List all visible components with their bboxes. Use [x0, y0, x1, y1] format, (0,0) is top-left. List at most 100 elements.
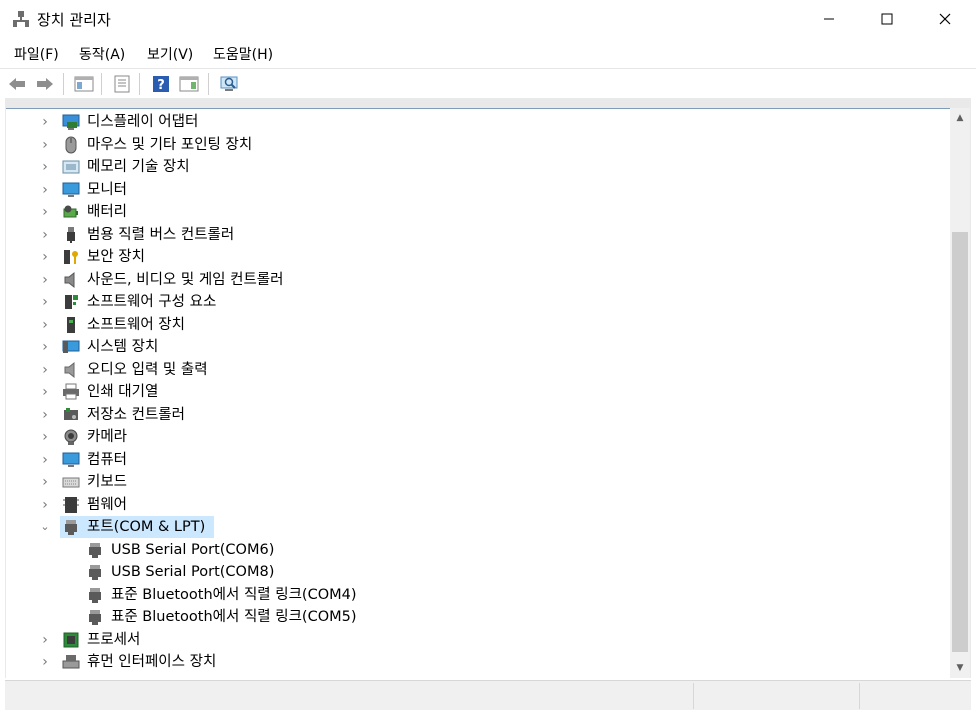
tree-item-label: 펌웨어	[87, 496, 128, 513]
storage-controller-icon	[62, 406, 80, 424]
tree-category-item[interactable]: › 디스플레이 어댑터	[6, 111, 950, 133]
tree-category-item[interactable]: › 소프트웨어 장치	[6, 314, 950, 336]
tree-category-item[interactable]: ⌄ 포트(COM & LPT)	[6, 516, 950, 538]
title-bar: 장치 관리자	[0, 0, 976, 38]
tree-category-item[interactable]: › 보안 장치	[6, 246, 950, 268]
device-tree[interactable]: › 디스플레이 어댑터 › 마우스 및 기타 포인팅 장치 › 메모리 기술 장치 › 모니터…	[6, 108, 950, 678]
tree-item-label: 표준 Bluetooth에서 직렬 링크(COM5)	[111, 609, 357, 625]
tree-category-item[interactable]: › 시스템 장치	[6, 336, 950, 358]
expand-chevron-icon[interactable]: ›	[39, 138, 51, 152]
expand-chevron-icon[interactable]: ›	[39, 498, 51, 512]
memory-device-icon	[62, 158, 80, 176]
tree-category-item[interactable]: › 저장소 컨트롤러	[6, 404, 950, 426]
scroll-thumb[interactable]	[952, 232, 968, 652]
minimize-button[interactable]	[800, 0, 858, 38]
tree-child-item[interactable]: USB Serial Port(COM6)	[6, 539, 950, 561]
tree-item-label: 사운드, 비디오 및 게임 컨트롤러	[87, 271, 284, 288]
tree-item-label: 휴먼 인터페이스 장치	[87, 654, 217, 670]
tree-item-label: 보안 장치	[87, 249, 145, 265]
tree-item-label: 소프트웨어 구성 요소	[87, 294, 217, 310]
tree-category-item[interactable]: › 카메라	[6, 426, 950, 448]
expand-chevron-icon[interactable]: ›	[39, 183, 51, 197]
scan-hardware-button[interactable]	[218, 72, 242, 96]
tree-category-item[interactable]: › 메모리 기술 장치	[6, 156, 950, 178]
expand-chevron-icon[interactable]: ›	[39, 453, 51, 467]
tree-item-label: 인쇄 대기열	[87, 384, 159, 400]
tree-category-item[interactable]: › 프로세서	[6, 629, 950, 651]
expand-chevron-icon[interactable]: ›	[39, 363, 51, 377]
menu-action[interactable]: 동작(A)	[79, 44, 125, 64]
expand-chevron-icon[interactable]: ›	[39, 273, 51, 287]
maximize-button[interactable]	[858, 0, 916, 38]
tree-item-label: 범용 직렬 버스 컨트롤러	[87, 226, 235, 243]
status-pane	[693, 683, 859, 709]
computer-icon	[62, 451, 80, 469]
expand-chevron-icon[interactable]: ›	[39, 408, 51, 422]
expand-chevron-icon[interactable]: ›	[39, 633, 51, 647]
tree-child-item[interactable]: USB Serial Port(COM8)	[6, 561, 950, 583]
properties-button[interactable]	[110, 72, 134, 96]
collapse-chevron-icon[interactable]: ⌄	[39, 520, 51, 534]
tree-category-item[interactable]: › 오디오 입력 및 출력	[6, 359, 950, 381]
tree-category-item[interactable]: › 휴먼 인터페이스 장치	[6, 651, 950, 673]
scroll-down-arrow-icon[interactable]: ▼	[950, 660, 970, 676]
scroll-up-arrow-icon[interactable]: ▲	[950, 110, 970, 126]
scan-monitor-icon	[220, 76, 238, 91]
camera-icon	[62, 428, 80, 446]
help-button[interactable]: ?	[149, 72, 173, 96]
tree-item-label: USB Serial Port(COM6)	[111, 541, 275, 558]
back-arrow-icon	[9, 78, 25, 90]
expand-chevron-icon[interactable]: ›	[39, 340, 51, 354]
tree-category-item[interactable]: › 모니터	[6, 179, 950, 201]
tree-category-item[interactable]: › 인쇄 대기열	[6, 381, 950, 403]
expand-chevron-icon[interactable]: ›	[39, 430, 51, 444]
tree-category-item[interactable]: › 소프트웨어 구성 요소	[6, 291, 950, 313]
close-icon	[939, 13, 951, 25]
tree-category-item[interactable]: › 사운드, 비디오 및 게임 컨트롤러	[6, 269, 950, 291]
expand-chevron-icon[interactable]: ›	[39, 228, 51, 242]
tree-child-item[interactable]: 표준 Bluetooth에서 직렬 링크(COM5)	[6, 606, 950, 628]
expand-chevron-icon[interactable]: ›	[39, 115, 51, 129]
menu-view[interactable]: 보기(V)	[147, 44, 193, 64]
status-bar	[5, 680, 971, 710]
display-adapter-icon	[62, 113, 80, 131]
tree-item-label: 시스템 장치	[87, 339, 159, 355]
tree-item-label: 오디오 입력 및 출력	[87, 361, 208, 378]
expand-chevron-icon[interactable]: ›	[39, 250, 51, 264]
close-button[interactable]	[916, 0, 974, 38]
show-hide-console-tree-button[interactable]	[72, 72, 96, 96]
tree-category-item[interactable]: › 컴퓨터	[6, 449, 950, 471]
printer-icon	[62, 383, 80, 401]
expand-chevron-icon[interactable]: ›	[39, 295, 51, 309]
system-device-icon	[62, 338, 80, 356]
back-button[interactable]	[5, 72, 29, 96]
expand-chevron-icon[interactable]: ›	[39, 160, 51, 174]
processor-icon	[62, 631, 80, 649]
vertical-scrollbar[interactable]: ▲ ▼	[950, 108, 970, 678]
tree-item-label: 모니터	[87, 181, 128, 198]
properties-icon	[114, 75, 130, 93]
tree-item-label: 메모리 기술 장치	[87, 159, 190, 175]
menu-file[interactable]: 파일(F)	[14, 44, 59, 64]
expand-chevron-icon[interactable]: ›	[39, 475, 51, 489]
toolbar-separator	[101, 73, 102, 95]
tree-category-item[interactable]: › 마우스 및 기타 포인팅 장치	[6, 134, 950, 156]
toolbar-separator	[139, 73, 140, 95]
menu-help[interactable]: 도움말(H)	[213, 44, 273, 64]
expand-chevron-icon[interactable]: ›	[39, 205, 51, 219]
tree-category-item[interactable]: › 펌웨어	[6, 494, 950, 516]
expand-chevron-icon[interactable]: ›	[39, 318, 51, 332]
forward-button[interactable]	[33, 72, 57, 96]
usb-controller-icon	[62, 226, 80, 244]
toolbar: ?	[0, 68, 976, 98]
tree-category-item[interactable]: › 배터리	[6, 201, 950, 223]
battery-icon	[62, 203, 80, 221]
tree-child-item[interactable]: 표준 Bluetooth에서 직렬 링크(COM4)	[6, 584, 950, 606]
expand-chevron-icon[interactable]: ›	[39, 655, 51, 669]
tree-category-item[interactable]: › 범용 직렬 버스 컨트롤러	[6, 224, 950, 246]
action-pane-icon	[179, 76, 199, 92]
tree-item-label: 키보드	[87, 474, 128, 490]
expand-chevron-icon[interactable]: ›	[39, 385, 51, 399]
tree-category-item[interactable]: › 키보드	[6, 471, 950, 493]
show-hide-action-pane-button[interactable]	[177, 72, 201, 96]
